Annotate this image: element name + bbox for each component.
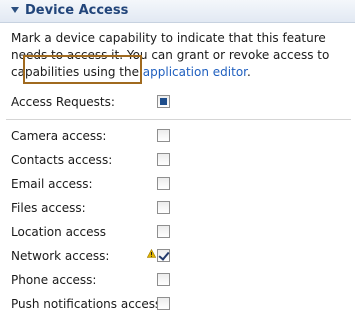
access-requests-label: Access Requests: [11,95,115,109]
chevron-down-icon[interactable] [11,7,19,13]
capability-label-contacts: Contacts access: [11,153,113,167]
phone-access-checkbox[interactable] [157,273,170,286]
push-notifications-access-checkbox[interactable] [157,297,170,310]
warning-icon [147,249,156,258]
contacts-access-checkbox[interactable] [157,153,170,166]
access-requests-checkbox[interactable] [157,95,170,108]
email-access-checkbox[interactable] [157,177,170,190]
highlight-callout [23,55,142,84]
capability-label-location: Location access [11,225,107,239]
capability-label-email: Email access: [11,177,93,191]
capability-label-network: Network access: [11,249,110,263]
capability-label-camera: Camera access: [11,129,107,143]
capability-label-phone: Phone access: [11,273,97,287]
description-end: . [247,65,251,79]
camera-access-checkbox[interactable] [157,129,170,142]
section-title: Device Access [25,3,129,18]
application-editor-link[interactable]: application editor [143,65,247,79]
capability-label-push-notifications: Push notifications access: [11,297,166,311]
location-access-checkbox[interactable] [157,225,170,238]
files-access-checkbox[interactable] [157,201,170,214]
separator [6,119,351,120]
section-header[interactable]: Device Access [0,0,355,23]
capability-label-files: Files access: [11,201,86,215]
network-access-checkbox[interactable] [157,249,170,262]
